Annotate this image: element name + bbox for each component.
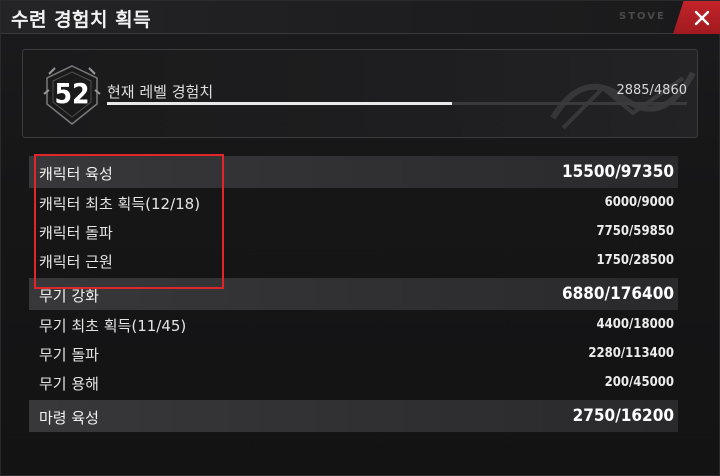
level-panel: 52 현재 레벨 경험치 2885/4860 [22, 49, 698, 138]
row-label: 무기 용해 [39, 375, 99, 393]
close-icon [694, 10, 710, 25]
exp-dialog: 수련 경험치 획득 STOVE 52 현재 레벨 경험치 2885/4860 캐… [0, 0, 720, 476]
exp-row: 무기 최초 획득(11/45) 4400/18000 [29, 310, 678, 339]
row-value: 6000/9000 [604, 195, 674, 210]
exp-row: 무기 용해 200/45000 [29, 368, 678, 397]
row-label: 무기 최초 획득(11/45) [39, 317, 187, 335]
highlight-annotation [34, 154, 224, 289]
group-value: 6880/176400 [561, 284, 674, 304]
level-exp-label: 현재 레벨 경험치 [107, 83, 214, 101]
row-value: 200/45000 [604, 375, 674, 390]
row-value: 7750/59850 [596, 224, 674, 239]
row-value: 4400/18000 [596, 317, 674, 332]
group-value: 2750/16200 [572, 406, 674, 426]
exp-row: 무기 돌파 2280/113400 [29, 339, 678, 368]
group-label: 마령 육성 [39, 409, 99, 427]
level-number: 52 [54, 77, 90, 110]
row-label: 무기 돌파 [39, 346, 99, 364]
exp-group: 무기 강화 6880/176400 무기 최초 획득(11/45) 4400/1800… [29, 278, 678, 397]
exp-progress-fill [107, 102, 452, 105]
group-value: 15500/97350 [561, 162, 674, 182]
close-button[interactable] [673, 1, 720, 34]
dialog-title: 수련 경험치 획득 [11, 9, 152, 31]
group-header: 마령 육성 2750/16200 [29, 400, 678, 432]
title-bar: 수련 경험치 획득 STOVE [1, 1, 720, 34]
brand-watermark: STOVE [619, 11, 666, 22]
exp-progress-bar [107, 102, 687, 105]
row-value: 2280/113400 [588, 346, 674, 361]
row-value: 1750/28500 [596, 253, 674, 268]
exp-group: 마령 육성 2750/16200 [29, 400, 678, 432]
level-exp-value: 2885/4860 [616, 83, 687, 98]
